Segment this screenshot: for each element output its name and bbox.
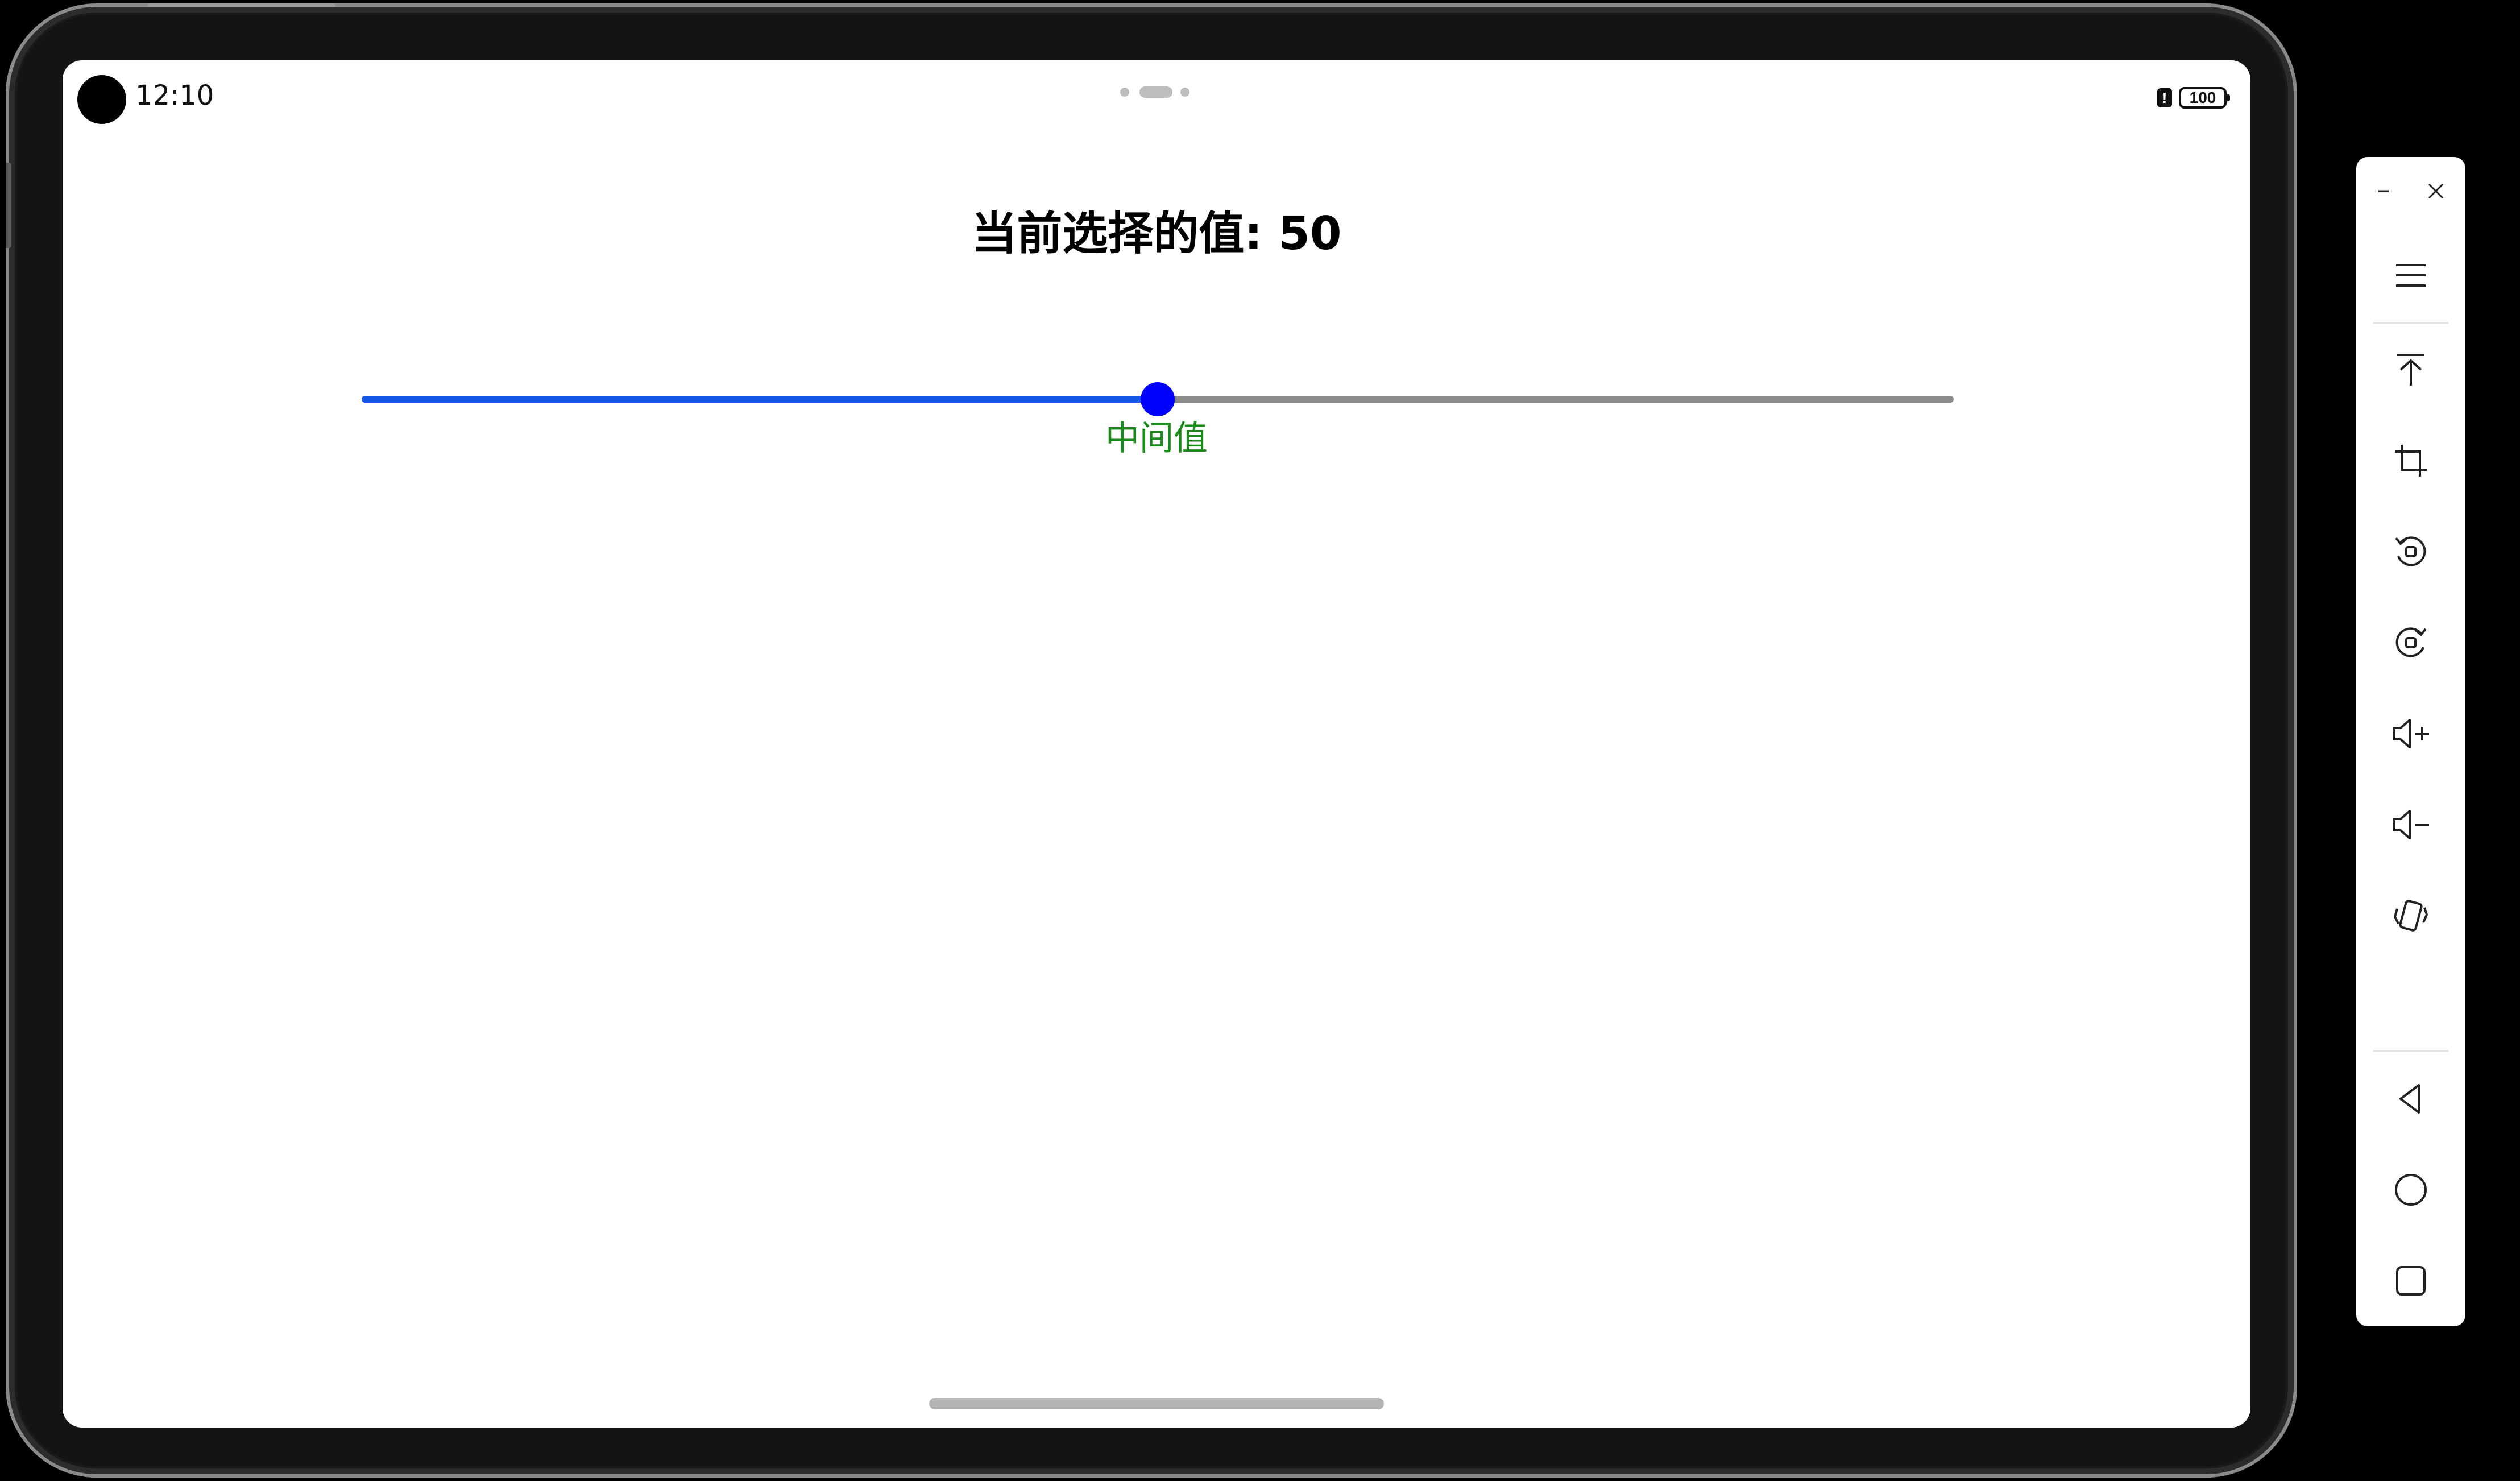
- toolbar-divider-bottom: [2373, 1050, 2448, 1052]
- side-button: [6, 163, 11, 248]
- pin-to-top-icon: [2393, 351, 2429, 388]
- alert-icon: !: [2157, 88, 2172, 107]
- front-camera-cutout: [77, 75, 126, 124]
- toolbar-divider-top: [2373, 322, 2448, 324]
- volume-up-icon: [2390, 715, 2431, 752]
- minimize-icon: [2375, 183, 2392, 200]
- status-time: 12:10: [135, 80, 214, 111]
- emulator-toolbar: [2356, 157, 2465, 1326]
- multitask-dot-left: [1120, 88, 1129, 97]
- crop-button[interactable]: [2377, 427, 2445, 495]
- current-value-title: 当前选择的值: 50: [971, 207, 1342, 260]
- rotate-left-icon: [2393, 533, 2429, 570]
- menu-icon: [2393, 257, 2429, 293]
- slider-thumb[interactable]: [1141, 382, 1175, 416]
- rotate-left-button[interactable]: [2377, 518, 2445, 586]
- tablet-frame: 12:10 ! 100 当前选择的值: 50 中间值: [6, 3, 2297, 1478]
- multitask-dot-right: [1180, 88, 1189, 97]
- recents-button[interactable]: [2377, 1247, 2445, 1315]
- pin-to-top-button[interactable]: [2377, 336, 2445, 404]
- multitask-pill: [1139, 86, 1172, 98]
- value-hint-label: 中间值: [1105, 419, 1208, 458]
- home-button[interactable]: [2377, 1156, 2445, 1224]
- rotate-right-icon: [2393, 624, 2429, 661]
- close-button[interactable]: [2419, 174, 2453, 208]
- crop-icon: [2393, 442, 2429, 479]
- device-screen: 12:10 ! 100 当前选择的值: 50 中间值: [63, 60, 2250, 1428]
- volume-down-icon: [2390, 806, 2431, 843]
- minimize-button[interactable]: [2366, 174, 2401, 208]
- multitask-handle[interactable]: [1120, 85, 1194, 99]
- home-indicator-bar[interactable]: [929, 1398, 1384, 1409]
- shake-button[interactable]: [2377, 882, 2445, 950]
- recents-icon: [2393, 1263, 2429, 1299]
- shake-icon: [2393, 897, 2429, 934]
- back-icon: [2393, 1081, 2429, 1117]
- battery-icon: 100: [2179, 87, 2230, 109]
- rotate-right-button[interactable]: [2377, 609, 2445, 677]
- back-button[interactable]: [2377, 1065, 2445, 1133]
- volume-down-button[interactable]: [2377, 791, 2445, 859]
- device-edge-highlight: [148, 3, 335, 7]
- close-icon: [2424, 180, 2447, 202]
- status-indicators: ! 100: [2157, 85, 2230, 110]
- volume-up-button[interactable]: [2377, 700, 2445, 768]
- slider-fill: [362, 396, 1158, 403]
- menu-button[interactable]: [2377, 241, 2445, 309]
- screen-stage: 12:10 ! 100 当前选择的值: 50 中间值: [0, 0, 2520, 1481]
- home-icon: [2393, 1172, 2429, 1208]
